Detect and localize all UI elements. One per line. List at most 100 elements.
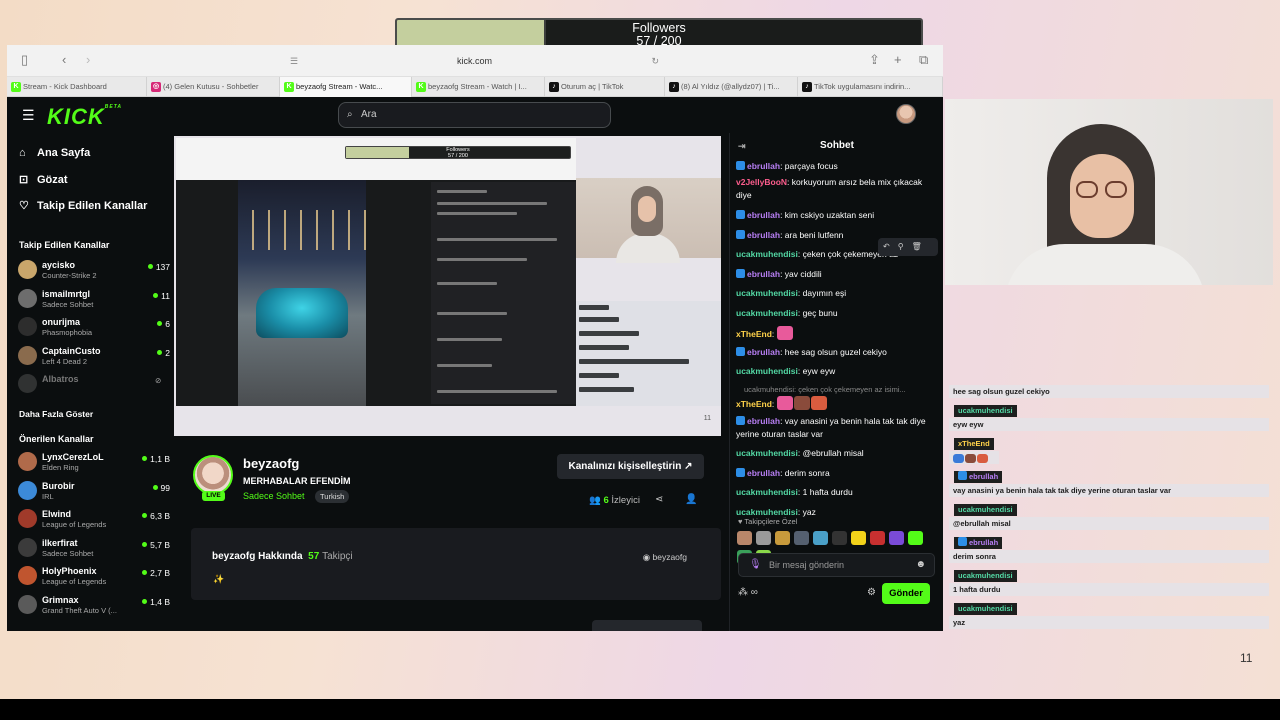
viewer-count: 👥 6 İzleyici xyxy=(589,495,640,506)
language-tag[interactable]: Turkish xyxy=(315,490,350,503)
share-icon[interactable]: ⇪ xyxy=(869,52,880,68)
chat-username[interactable]: ebrullah xyxy=(747,230,780,240)
nav-browse[interactable]: ⊡ Gözat xyxy=(19,173,68,186)
emote-icon[interactable] xyxy=(908,531,923,545)
subscriber-badge-icon xyxy=(736,416,745,425)
emote-icon[interactable] xyxy=(737,531,752,545)
channel-avatar-small xyxy=(18,317,37,337)
browser-tab[interactable]: ♪ (8) Al Yıldız (@allydz07) | Ti... xyxy=(665,77,798,97)
user-avatar[interactable] xyxy=(896,104,916,124)
delete-icon[interactable]: 🗑 xyxy=(912,242,930,251)
emote-icon[interactable] xyxy=(851,531,866,545)
channel-game: IRL xyxy=(42,491,54,501)
browser-tab[interactable]: ◎ (4) Gelen Kutusu - Sohbetler xyxy=(147,77,280,97)
channel-item[interactable]: onurijma Phasmophobia 6 xyxy=(15,314,170,342)
emote-icon[interactable] xyxy=(870,531,885,545)
emote-icon[interactable] xyxy=(889,531,904,545)
page-settings-icon[interactable]: ☰ xyxy=(290,50,298,72)
send-button[interactable]: Gönder xyxy=(882,583,930,604)
reply-icon[interactable]: ↶ xyxy=(883,242,898,251)
chat-username[interactable]: ucakmuhendisi xyxy=(736,308,798,318)
emote-icon[interactable] xyxy=(794,531,809,545)
heart-icon: ♡ xyxy=(19,200,29,212)
webcam-feed xyxy=(945,99,1273,285)
channel-avatar-small xyxy=(18,260,37,279)
channel-name[interactable]: beyzaofg xyxy=(243,456,299,471)
emote-icon[interactable] xyxy=(775,531,790,545)
collapse-chat-icon[interactable]: ⇥ xyxy=(738,133,746,159)
chat-overlay: hee sag olsun guzel cekiyo ucakmuhendisi e… xyxy=(946,385,1270,633)
add-user-icon[interactable]: 👤 xyxy=(685,494,697,505)
chat-username[interactable]: ebrullah xyxy=(747,210,780,220)
address-bar[interactable]: ☰ kick.com ↻ xyxy=(282,50,667,72)
chat-text: geç bunu xyxy=(802,308,838,318)
chat-username[interactable]: v2JellyBooN xyxy=(736,177,787,187)
emote-icon[interactable] xyxy=(832,531,847,545)
chat-username[interactable]: ucakmuhendisi xyxy=(736,487,798,497)
chat-username[interactable]: ucakmuhendisi xyxy=(736,288,798,298)
browser-tab[interactable]: K Stream - Kick Dashboard xyxy=(7,77,147,97)
new-tab-icon[interactable]: + xyxy=(894,52,902,67)
search-input[interactable]: ⌕ Ara xyxy=(338,102,611,128)
channel-item[interactable]: Elwind League of Legends 6,3 B xyxy=(15,506,170,534)
chat-username[interactable]: ucakmuhendisi xyxy=(736,249,798,259)
home-icon: ⌂ xyxy=(19,147,26,159)
chat-username[interactable]: ebrullah xyxy=(747,269,780,279)
stream-category[interactable]: Sadece Sohbet xyxy=(243,491,305,501)
menu-icon[interactable]: ☰ xyxy=(22,107,35,124)
page-number: 11 xyxy=(1240,651,1253,665)
channel-name: onurijma xyxy=(42,317,81,328)
channel-item[interactable]: aycisko Counter-Strike 2 137 xyxy=(15,257,170,285)
nav-heart[interactable]: ♡ Takip Edilen Kanallar xyxy=(19,199,147,212)
tab-overview-icon[interactable]: ⧉ xyxy=(919,52,928,68)
browser-tab[interactable]: Kbeyzaofg Stream - Watc... xyxy=(280,77,412,97)
chat-username[interactable]: ucakmuhendisi xyxy=(736,448,798,458)
chat-username[interactable]: ucakmuhendisi xyxy=(736,366,798,376)
channel-item[interactable]: Grimnax Grand Theft Auto V (... 1,4 B xyxy=(15,592,170,620)
share-stream-icon[interactable]: ⋖ xyxy=(655,494,663,505)
channel-item[interactable]: ilkerfirat Sadece Sohbet 5,7 B xyxy=(15,535,170,563)
channel-item[interactable]: CaptainCusto Left 4 Dead 2 2 xyxy=(15,343,170,371)
channel-item[interactable]: Burobir IRL 99 xyxy=(15,478,170,506)
chat-username[interactable]: ebrullah xyxy=(747,468,780,478)
video-player[interactable]: Followers 57 / 200 11 xyxy=(174,136,721,436)
forward-icon[interactable]: › xyxy=(86,52,90,67)
browser-tab[interactable]: ♪ Oturum aç | TikTok xyxy=(545,77,665,97)
subscriber-badge-icon xyxy=(958,537,967,546)
mic-icon[interactable]: 🎙 xyxy=(749,554,762,576)
favorites-label: ♥ Takipçilere Özel xyxy=(738,517,798,526)
channel-item[interactable]: Albatros ⊘ xyxy=(15,371,165,399)
pin-icon[interactable]: ⚲ xyxy=(898,242,912,251)
emote-icon[interactable] xyxy=(756,531,771,545)
browse-icon: ⊡ xyxy=(19,174,29,186)
emoji-icon[interactable]: ☻ xyxy=(915,554,926,576)
sidebar-toggle-icon[interactable]: ▯ xyxy=(21,52,28,68)
chat-tools-icon[interactable]: ⁂ ∞ xyxy=(738,587,758,598)
chat-username[interactable]: ebrullah xyxy=(747,347,780,357)
browser-tab[interactable]: ♪ TikTok uygulamasını indirin... xyxy=(798,77,943,97)
chat-username[interactable]: ebrullah xyxy=(747,161,780,171)
show-more-link[interactable]: Daha Fazla Göster xyxy=(19,409,93,419)
emote-icon[interactable] xyxy=(813,531,828,545)
chat-username[interactable]: xTheEnd xyxy=(736,399,772,409)
chat-message: ebrullah: hee sag olsun guzel cekiyo xyxy=(736,346,936,359)
channel-item[interactable]: LynxCerezLoL Elden Ring 1,1 B xyxy=(15,449,170,477)
chat-username[interactable]: ucakmuhendisi xyxy=(736,507,798,517)
reload-icon[interactable]: ↻ xyxy=(651,50,659,72)
channel-name: Burobir xyxy=(42,480,75,491)
browser-tab[interactable]: Kbeyzaofg Stream - Watch | I... xyxy=(412,77,545,97)
channel-item[interactable]: HolyPhoenix League of Legends 2,7 B xyxy=(15,563,170,591)
channel-item[interactable]: ismailmrtgl Sadece Sohbet 11 xyxy=(15,286,170,314)
customize-channel-button[interactable]: Kanalınızı kişiselleştirin ↗ xyxy=(557,454,704,479)
back-icon[interactable]: ‹ xyxy=(62,52,66,67)
channel-avatar[interactable] xyxy=(193,455,233,495)
social-link[interactable]: ◉ beyzaofg xyxy=(643,552,687,563)
cut-off-button[interactable] xyxy=(592,620,702,631)
channel-viewers: 6,3 B xyxy=(142,511,170,521)
chat-username[interactable]: ebrullah xyxy=(747,416,780,426)
chat-username[interactable]: xTheEnd xyxy=(736,329,772,339)
nav-home[interactable]: ⌂ Ana Sayfa xyxy=(19,147,90,159)
chat-input[interactable]: 🎙 Bir mesaj gönderin ☻ xyxy=(738,553,935,577)
gear-icon[interactable]: ⚙ xyxy=(867,587,876,598)
kick-logo[interactable]: KICKBETA xyxy=(47,104,122,130)
